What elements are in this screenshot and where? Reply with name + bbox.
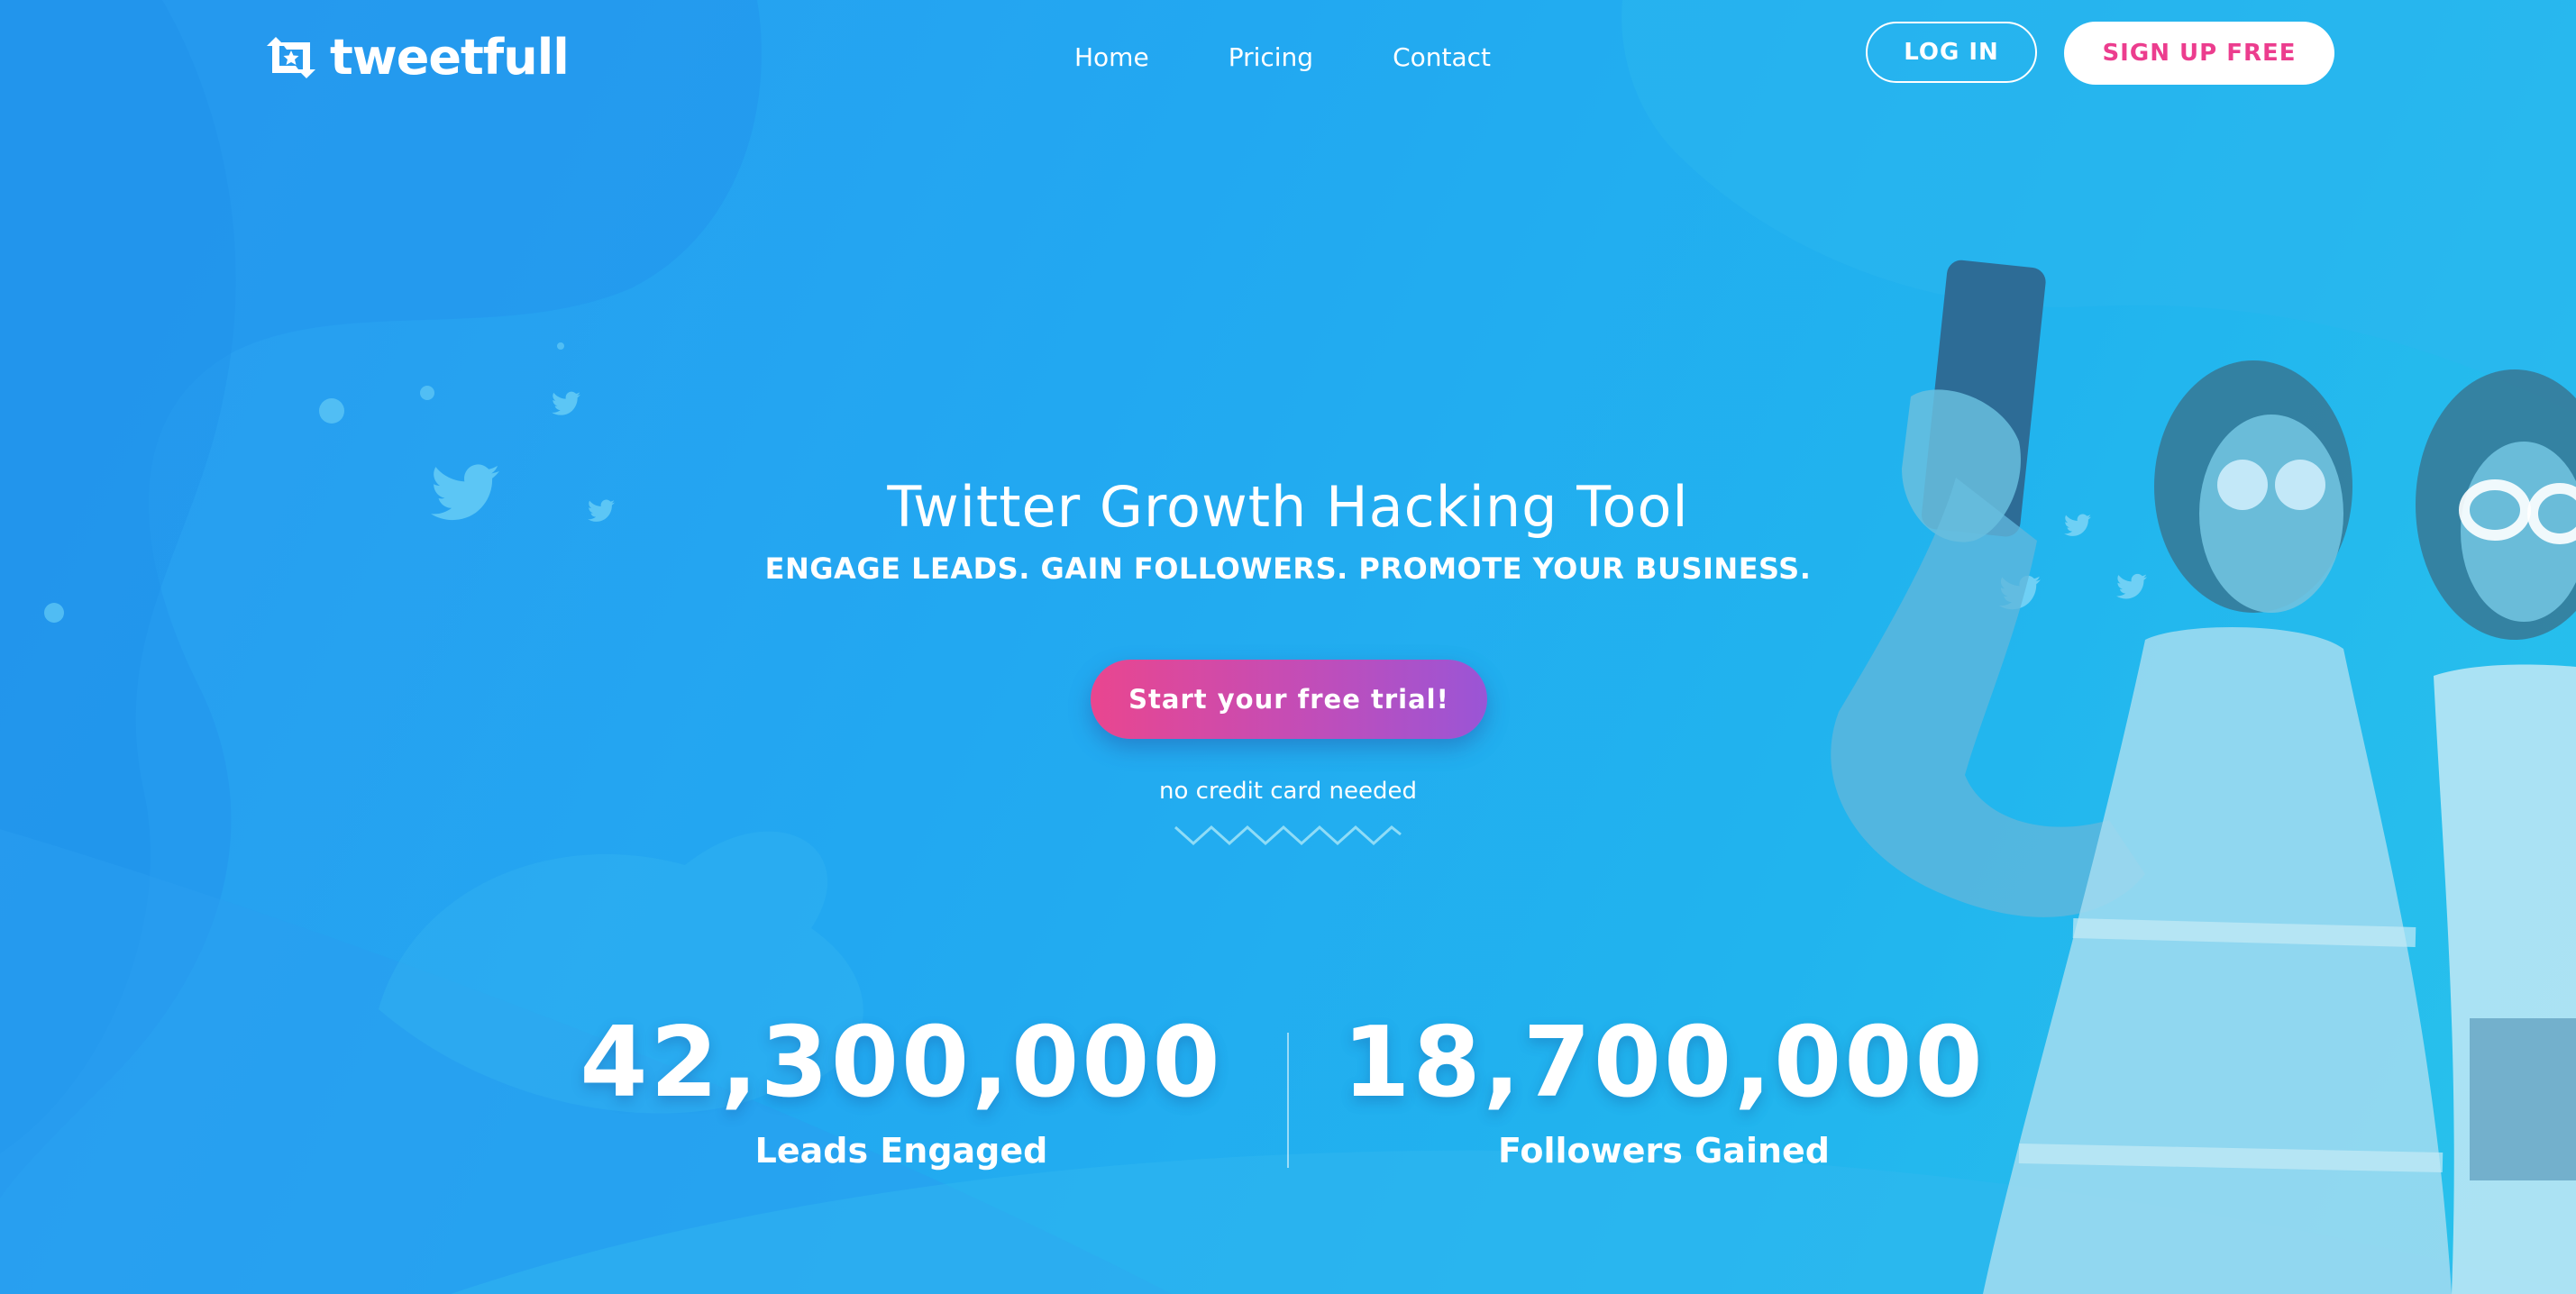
hero-title: Twitter Growth Hacking Tool [887,474,1689,540]
stat-value: 42,300,000 [580,1007,1223,1119]
no-credit-card-note: no credit card needed [1159,778,1417,805]
zigzag-divider [1174,825,1402,846]
decor-dot [319,398,344,424]
nav-link-home[interactable]: Home [1074,40,1149,76]
login-button[interactable]: LOG IN [1866,22,2037,83]
decor-dot [420,386,434,400]
nav-link-contact[interactable]: Contact [1393,40,1491,76]
start-trial-button[interactable]: Start your free trial! [1091,660,1487,739]
brand-logo-text: tweetfull [330,29,570,86]
decor-dot [557,342,564,350]
stats-divider [1287,1033,1289,1168]
signup-button[interactable]: SIGN UP FREE [2064,22,2334,85]
brand-logo[interactable]: tweetfull [260,29,570,86]
landing-page: tweetfull Home Pricing Contact LOG IN SI… [0,0,2576,1294]
stat-label: Followers Gained [1497,1131,1831,1171]
hero-heading-group: Twitter Growth Hacking Tool ENGAGE LEADS… [0,469,2576,589]
main-nav: Home Pricing Contact [1074,40,1491,76]
stat-label: Leads Engaged [754,1131,1048,1171]
hero-subtitle: ENGAGE LEADS. GAIN FOLLOWERS. PROMOTE YO… [764,551,1812,586]
stat-leads-engaged: 42,300,000 Leads Engaged [541,1006,1262,1173]
stat-followers-gained: 18,700,000 Followers Gained [1303,1006,2024,1173]
decor-dot [44,603,64,623]
twitter-bird-icon [552,391,580,415]
retweet-star-icon [267,37,315,78]
stat-value: 18,700,000 [1342,1007,1986,1119]
nav-link-pricing[interactable]: Pricing [1229,40,1313,76]
